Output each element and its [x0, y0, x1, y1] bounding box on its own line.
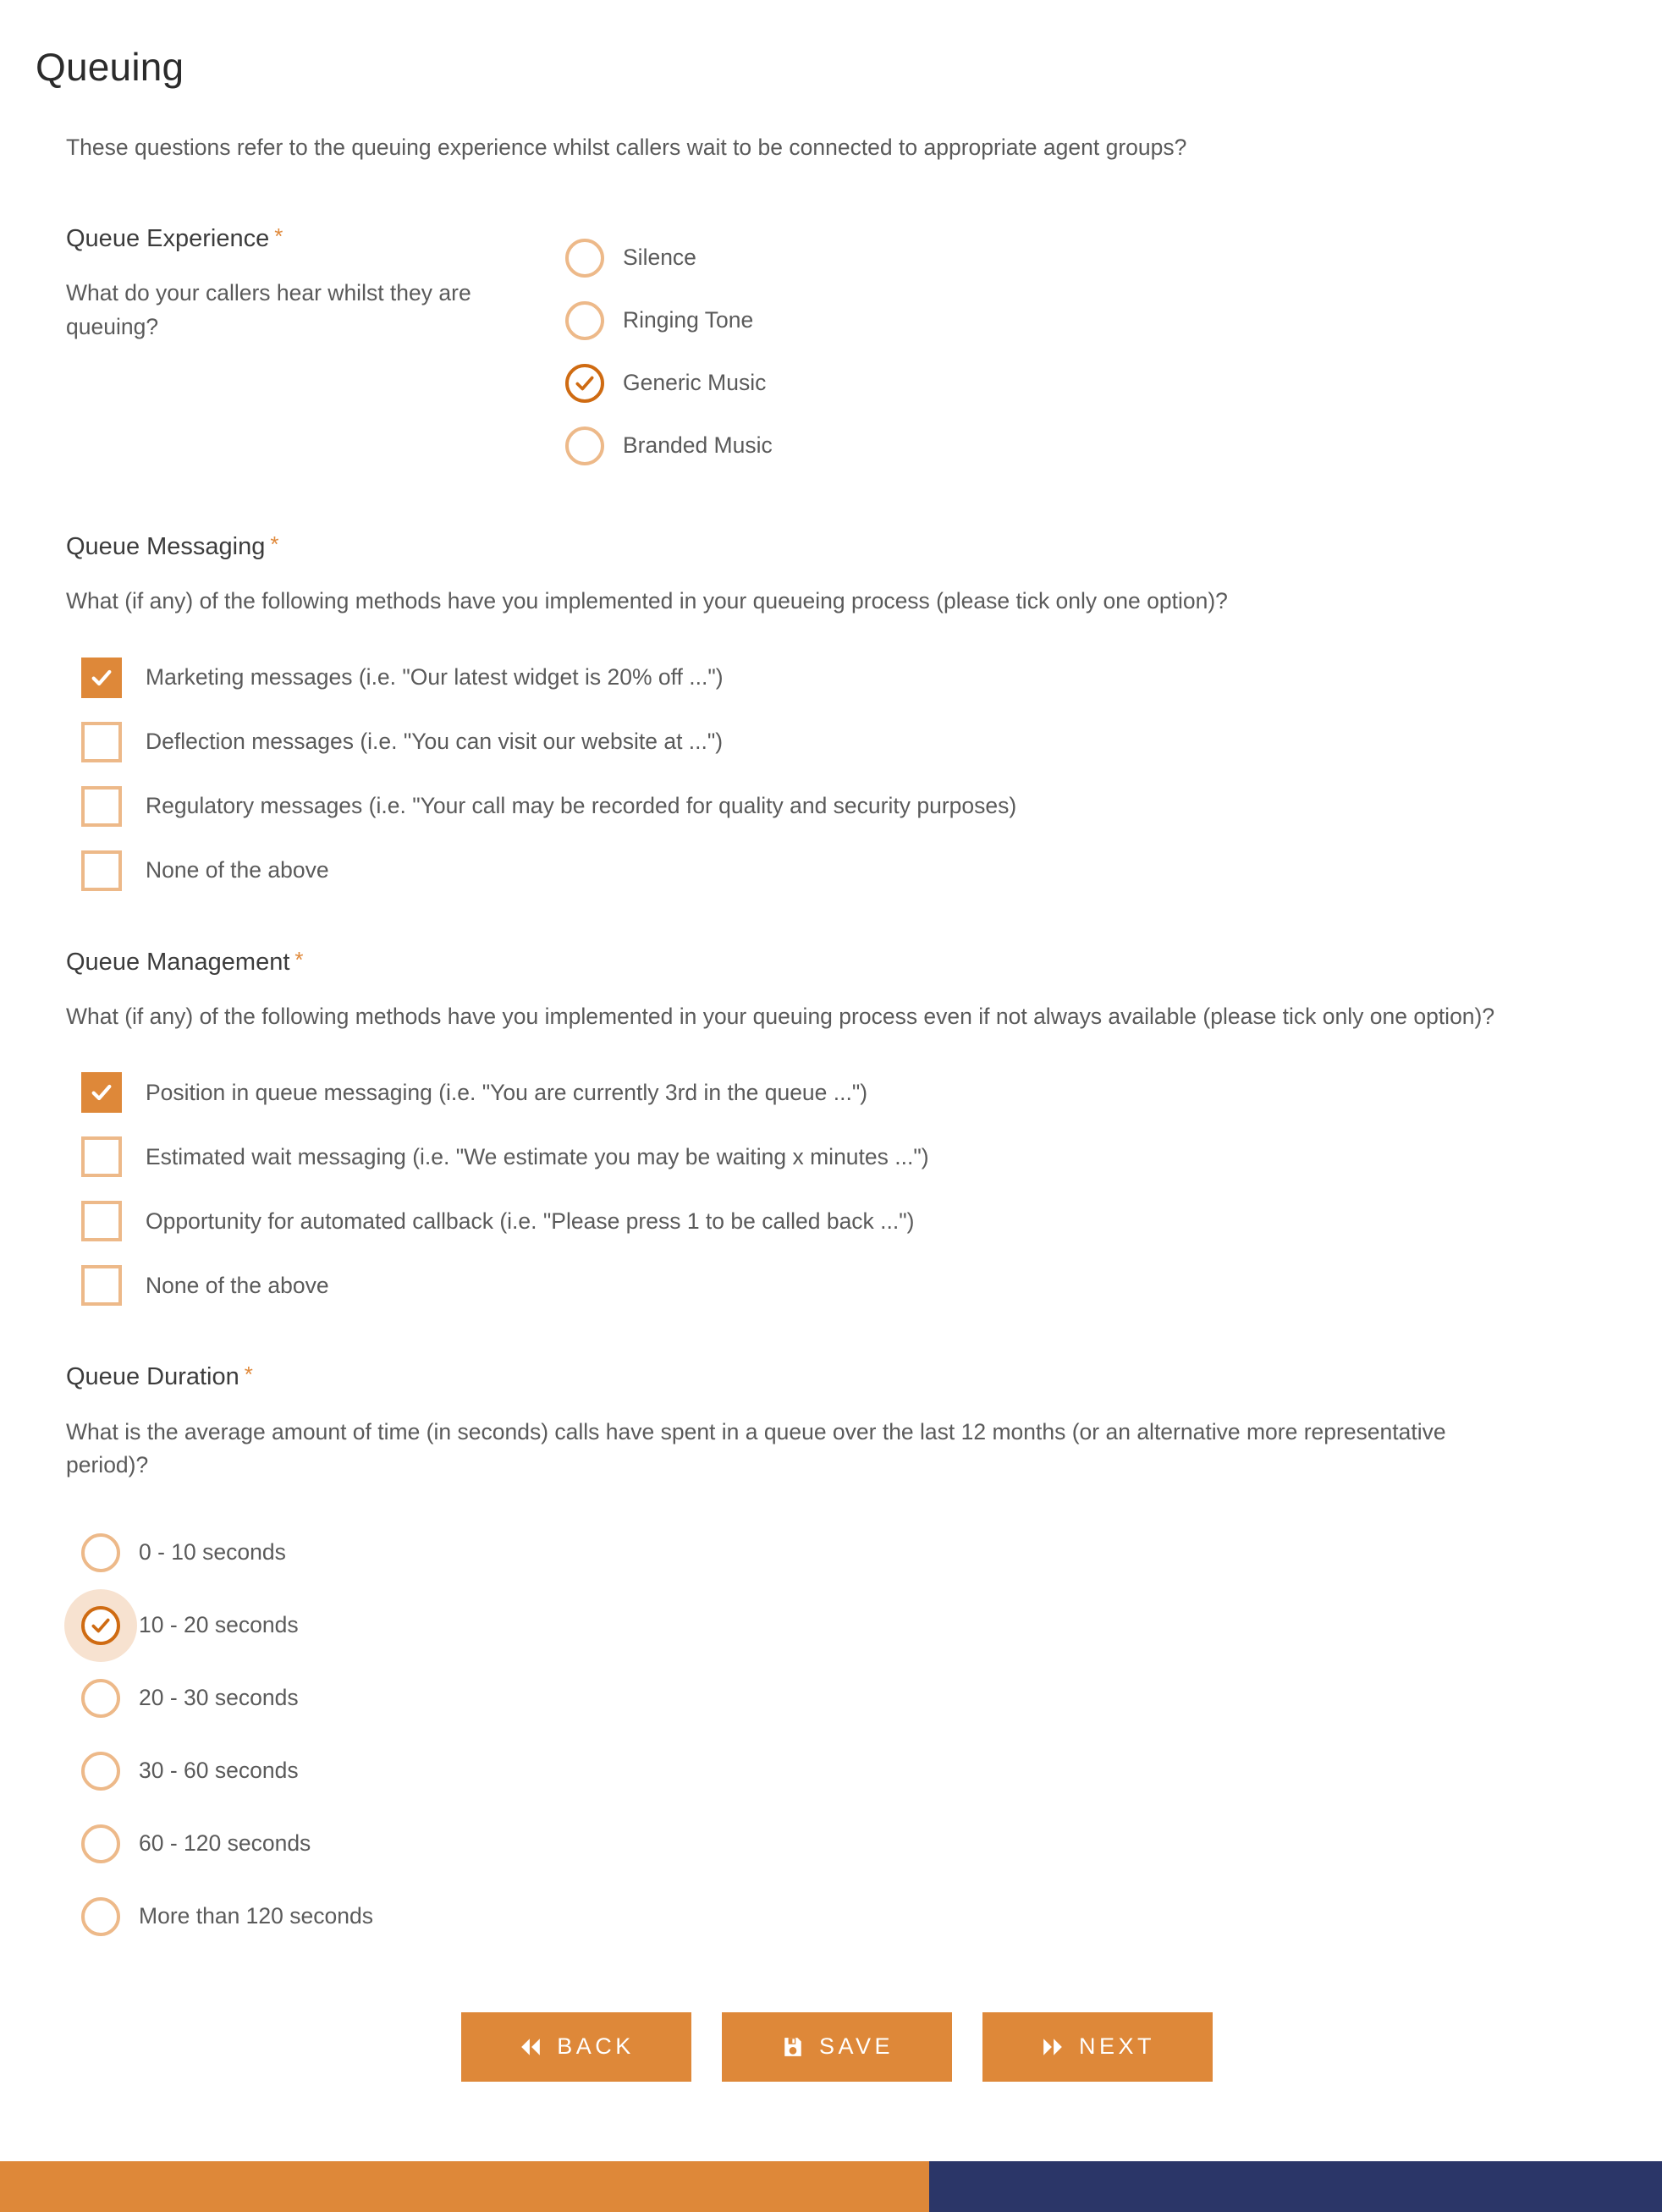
radio-option-more-than-120-seconds[interactable]: More than 120 seconds — [81, 1885, 1608, 1948]
radio-option-0-10-seconds[interactable]: 0 - 10 seconds — [81, 1521, 1608, 1584]
radio-option-10-20-seconds[interactable]: 10 - 20 seconds — [81, 1594, 1608, 1657]
checkbox-checked-icon[interactable] — [81, 1072, 122, 1114]
checkbox-option-label: Estimated wait messaging (i.e. "We estim… — [146, 1144, 929, 1170]
radio-option-label: Branded Music — [623, 432, 773, 459]
back-button-label: BACK — [557, 2033, 635, 2060]
checkbox-option-label: Marketing messages (i.e. "Our latest wid… — [146, 664, 724, 691]
radio-option-label: Generic Music — [623, 370, 767, 396]
radio-circle-icon[interactable] — [565, 426, 604, 465]
question-help-text: What (if any) of the following methods h… — [66, 588, 1228, 614]
checkbox-option-label: Position in queue messaging (i.e. "You a… — [146, 1080, 868, 1106]
radio-option-60-120-seconds[interactable]: 60 - 120 seconds — [81, 1813, 1608, 1875]
checkbox-option-automated-callback[interactable]: Opportunity for automated callback (i.e.… — [66, 1201, 1608, 1242]
radio-option-label: Ringing Tone — [623, 307, 754, 333]
radio-option-label: 20 - 30 seconds — [139, 1685, 299, 1711]
question-label: Queue Duration — [66, 1363, 239, 1391]
radio-circle-icon[interactable] — [565, 238, 604, 278]
page-title: Queuing — [36, 45, 184, 89]
radio-group-queue-duration: 0 - 10 seconds 10 - 20 seconds 20 - 30 s… — [66, 1521, 1608, 1948]
checkbox-option-label: None of the above — [146, 1273, 329, 1299]
required-marker: * — [270, 531, 279, 557]
question-help-text: What is the average amount of time (in s… — [66, 1419, 1446, 1478]
radio-circle-icon[interactable] — [81, 1532, 120, 1572]
form-navigation-buttons: BACK SAVE NEXT — [66, 2011, 1608, 2154]
radio-option-label: Silence — [623, 245, 696, 271]
question-label: Queue Messaging — [66, 532, 266, 560]
radio-option-label: 10 - 20 seconds — [139, 1612, 299, 1638]
question-label: Queue Management — [66, 948, 290, 976]
save-button-label: SAVE — [818, 2033, 894, 2060]
required-marker: * — [274, 223, 283, 249]
queuing-form-page: Queuing These questions refer to the que… — [0, 0, 1662, 2212]
checkbox-group-queue-messaging: Marketing messages (i.e. "Our latest wid… — [66, 657, 1608, 891]
radio-circle-checked-icon[interactable] — [81, 1605, 120, 1645]
checkbox-icon[interactable] — [81, 721, 122, 762]
radio-option-ringing-tone[interactable]: Ringing Tone — [565, 289, 1608, 352]
checkbox-icon[interactable] — [81, 1201, 122, 1242]
checkbox-option-marketing-messages[interactable]: Marketing messages (i.e. "Our latest wid… — [66, 657, 1608, 698]
checkbox-option-deflection-messages[interactable]: Deflection messages (i.e. "You can visit… — [66, 721, 1608, 762]
radio-option-silence[interactable]: Silence — [565, 227, 1608, 289]
radio-option-20-30-seconds[interactable]: 20 - 30 seconds — [81, 1667, 1608, 1730]
footer-bar — [0, 2161, 1662, 2212]
checkbox-option-label: Opportunity for automated callback (i.e.… — [146, 1208, 915, 1235]
question-queue-duration: Queue Duration * What is the average amou… — [66, 1362, 1608, 1947]
radio-option-generic-music[interactable]: Generic Music — [565, 352, 1608, 415]
radio-option-label: 60 - 120 seconds — [139, 1830, 311, 1857]
required-marker: * — [294, 946, 304, 972]
checkbox-option-label: Deflection messages (i.e. "You can visit… — [146, 729, 724, 755]
intro-text: These questions refer to the queuing exp… — [66, 135, 1187, 161]
question-help-text: What (if any) of the following methods h… — [66, 1004, 1495, 1030]
save-button[interactable]: SAVE — [722, 2011, 952, 2082]
checkbox-option-none-of-the-above[interactable]: None of the above — [66, 850, 1608, 891]
required-marker: * — [244, 1362, 253, 1388]
floppy-disk-icon — [780, 2034, 806, 2060]
checkbox-option-estimated-wait[interactable]: Estimated wait messaging (i.e. "We estim… — [66, 1136, 1608, 1178]
next-button[interactable]: NEXT — [982, 2011, 1213, 2082]
radio-option-30-60-seconds[interactable]: 30 - 60 seconds — [81, 1740, 1608, 1802]
radio-circle-icon[interactable] — [81, 1678, 120, 1718]
checkbox-option-none-of-the-above[interactable]: None of the above — [66, 1265, 1608, 1307]
radio-circle-icon[interactable] — [81, 1896, 120, 1936]
checkbox-checked-icon[interactable] — [81, 657, 122, 698]
checkbox-group-queue-management: Position in queue messaging (i.e. "You a… — [66, 1072, 1608, 1307]
question-queue-experience: Queue Experience * What do your callers h… — [66, 223, 1608, 477]
form-content: These questions refer to the queuing exp… — [0, 131, 1662, 2154]
radio-option-branded-music[interactable]: Branded Music — [565, 415, 1608, 477]
radio-circle-icon[interactable] — [81, 1824, 120, 1863]
checkbox-option-label: Regulatory messages (i.e. "Your call may… — [146, 793, 1017, 819]
checkbox-option-regulatory-messages[interactable]: Regulatory messages (i.e. "Your call may… — [66, 785, 1608, 827]
checkbox-option-label: None of the above — [146, 857, 329, 883]
radio-option-label: More than 120 seconds — [139, 1903, 373, 1929]
radio-option-label: 30 - 60 seconds — [139, 1758, 299, 1784]
checkbox-icon[interactable] — [81, 1265, 122, 1307]
back-button[interactable]: BACK — [461, 2011, 691, 2082]
question-help-text: What do your callers hear whilst they ar… — [66, 280, 471, 339]
next-button-label: NEXT — [1078, 2033, 1155, 2060]
question-queue-messaging: Queue Messaging * What (if any) of the fo… — [66, 531, 1608, 891]
checkbox-icon[interactable] — [81, 850, 122, 891]
footer-accent-orange — [0, 2161, 929, 2212]
question-queue-management: Queue Management * What (if any) of the f… — [66, 947, 1608, 1307]
radio-option-label: 0 - 10 seconds — [139, 1539, 286, 1565]
radio-circle-icon[interactable] — [81, 1751, 120, 1791]
question-label: Queue Experience — [66, 224, 270, 252]
double-chevron-left-icon — [518, 2034, 543, 2060]
question-options-column: Silence Ringing Tone Generic Music Brand… — [565, 223, 1608, 477]
checkbox-icon[interactable] — [81, 1136, 122, 1178]
radio-circle-icon[interactable] — [565, 300, 604, 340]
checkbox-icon[interactable] — [81, 785, 122, 827]
question-label-column: Queue Experience * What do your callers h… — [66, 223, 565, 344]
checkbox-option-position-in-queue[interactable]: Position in queue messaging (i.e. "You a… — [66, 1072, 1608, 1114]
footer-accent-navy — [929, 2161, 1662, 2212]
radio-circle-checked-icon[interactable] — [565, 363, 604, 403]
double-chevron-right-icon — [1040, 2034, 1065, 2060]
